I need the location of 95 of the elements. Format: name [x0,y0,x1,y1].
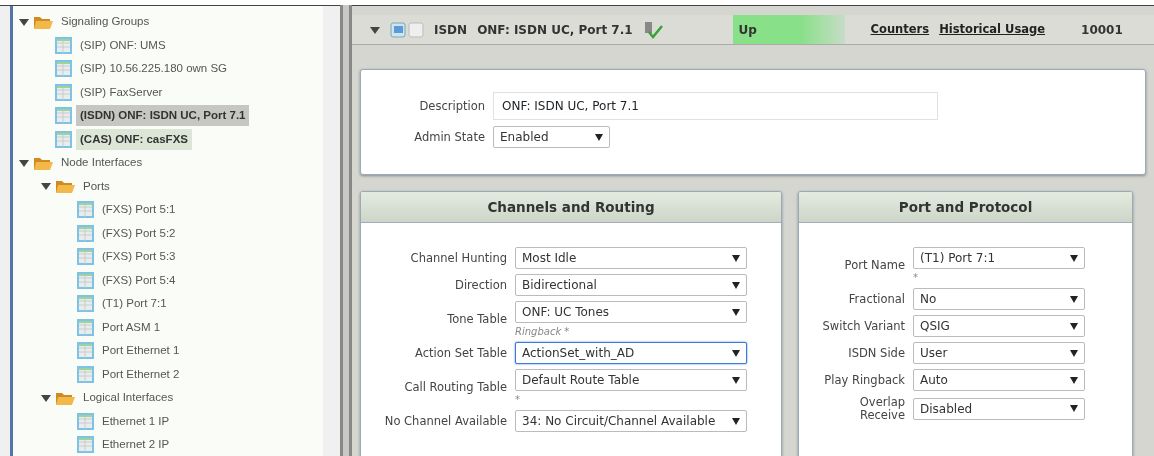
grid-icon [55,36,72,54]
caret-icon[interactable] [1070,322,1078,330]
caret-icon[interactable] [732,281,740,289]
folder-icon [55,178,75,195]
caret-icon[interactable] [595,133,603,141]
note-text: Ringback * [515,327,571,338]
select-field[interactable]: Most Idle [515,247,747,270]
tree-item[interactable]: (T1) Port 7:1 [98,293,171,315]
tree-item[interactable]: (CAS) ONF: casFXS [76,128,192,150]
grid-icon [77,201,94,219]
status-check-icon [642,20,663,39]
status-cell: Up [732,15,845,44]
field-label: No Channel Available [383,414,507,428]
select-field[interactable]: (T1) Port 7:1 [913,247,1085,270]
grid-icon [55,130,72,148]
field-label: Tone Table [446,312,507,326]
field-label: Fractional [847,292,905,306]
caret-icon[interactable] [732,376,740,384]
field-label: Direction [454,278,507,292]
tree-item[interactable]: (FXS) Port 5:3 [98,246,180,268]
panel-title: Channels and Routing [361,192,781,224]
select-field[interactable]: Auto [913,369,1085,392]
select-field[interactable]: 34: No Circuit/Channel Available [515,410,747,433]
tree-item[interactable]: (FXS) Port 5:4 [98,269,180,291]
select-field[interactable]: ONF: UC Tones [515,301,747,324]
field-label: Action Set Table [414,346,507,360]
caret-icon[interactable] [1070,349,1078,357]
expanded-arrow-icon[interactable] [370,24,380,35]
splitter-handle[interactable] [340,5,352,456]
caret-icon[interactable] [732,308,740,316]
field-label: Port Name [843,258,905,272]
grid-icon [55,83,72,101]
select-field[interactable]: Default Route Table [515,369,747,392]
grid-icon [77,271,94,289]
tree-folder[interactable]: Logical Interfaces [79,387,178,409]
caret-icon[interactable] [1070,295,1078,303]
caret-icon[interactable] [1070,405,1078,413]
grid-icon [77,436,94,454]
caret-icon[interactable] [732,254,740,262]
tree-item[interactable]: Port Ethernet 2 [98,363,184,385]
tree-item[interactable]: Port ASM 1 [98,316,165,338]
field-label: ISDN Side [847,346,905,360]
select-field[interactable]: No [913,288,1085,311]
tree-item[interactable]: Port Ethernet 1 [98,340,184,362]
field-label: Description [418,99,485,113]
select-field[interactable]: QSIG [913,315,1085,338]
caret-icon[interactable] [732,417,740,425]
tree-item[interactable]: (ISDN) ONF: ISDN UC, Port 7.1 [76,105,250,127]
tree-item[interactable]: (FXS) Port 5:2 [98,222,180,244]
field-label: Call Routing Table [403,380,507,394]
note-text: * [913,273,919,284]
grid-icon [55,60,72,78]
caret-icon[interactable] [1070,376,1078,384]
tree-item[interactable]: Ethernet 2 IP [98,434,174,456]
link[interactable]: Historical Usage [939,20,1046,39]
field-label: Overlap Receive [858,396,905,422]
tree-folder[interactable]: Node Interfaces [57,152,147,174]
tree-folder[interactable]: Ports [79,175,114,197]
text-field[interactable]: ONF: ISDN UC, Port 7.1 [493,92,938,120]
select-field[interactable]: Bidirectional [515,274,747,297]
grid-icon [55,107,72,125]
link[interactable]: Counters [870,20,930,39]
grid-icon [77,342,94,360]
select-field[interactable]: Enabled [493,126,610,148]
port-type: ISDN [434,21,468,39]
note-text: * [515,395,521,406]
select-field[interactable]: User [913,342,1085,365]
select-field[interactable]: ActionSet_with_AD [515,342,747,365]
expanded-arrow-icon[interactable] [19,16,29,27]
tree-item[interactable]: (FXS) Port 5:1 [98,199,180,221]
number-text: 10001 [1081,21,1123,39]
tree-item[interactable]: Ethernet 1 IP [98,410,174,432]
window-icons[interactable] [390,21,424,38]
grid-icon [77,318,94,336]
port-name: ONF: ISDN UC, Port 7.1 [477,21,633,39]
panel-title: Port and Protocol [799,192,1132,224]
grid-icon [77,365,94,383]
tree-item[interactable]: (SIP) ONF: UMS [76,34,170,56]
tree-item[interactable]: (SIP) 10.56.225.180 own SG [76,58,232,80]
grid-icon [77,248,94,266]
caret-icon[interactable] [732,349,740,357]
grid-icon [77,412,94,430]
expanded-arrow-icon[interactable] [41,181,51,192]
expanded-arrow-icon[interactable] [19,157,29,168]
field-label: Play Ringback [823,373,905,387]
grid-icon [77,295,94,313]
tree-folder[interactable]: Signaling Groups [57,11,154,33]
field-label: Channel Hunting [409,251,507,265]
tree-item[interactable]: (SIP) FaxServer [76,81,167,103]
select-field[interactable]: Disabled [913,397,1085,420]
field-label: Switch Variant [821,319,905,333]
field-label: Admin State [413,130,485,144]
expanded-arrow-icon[interactable] [41,392,51,403]
caret-icon[interactable] [1070,254,1078,262]
grid-icon [77,224,94,242]
